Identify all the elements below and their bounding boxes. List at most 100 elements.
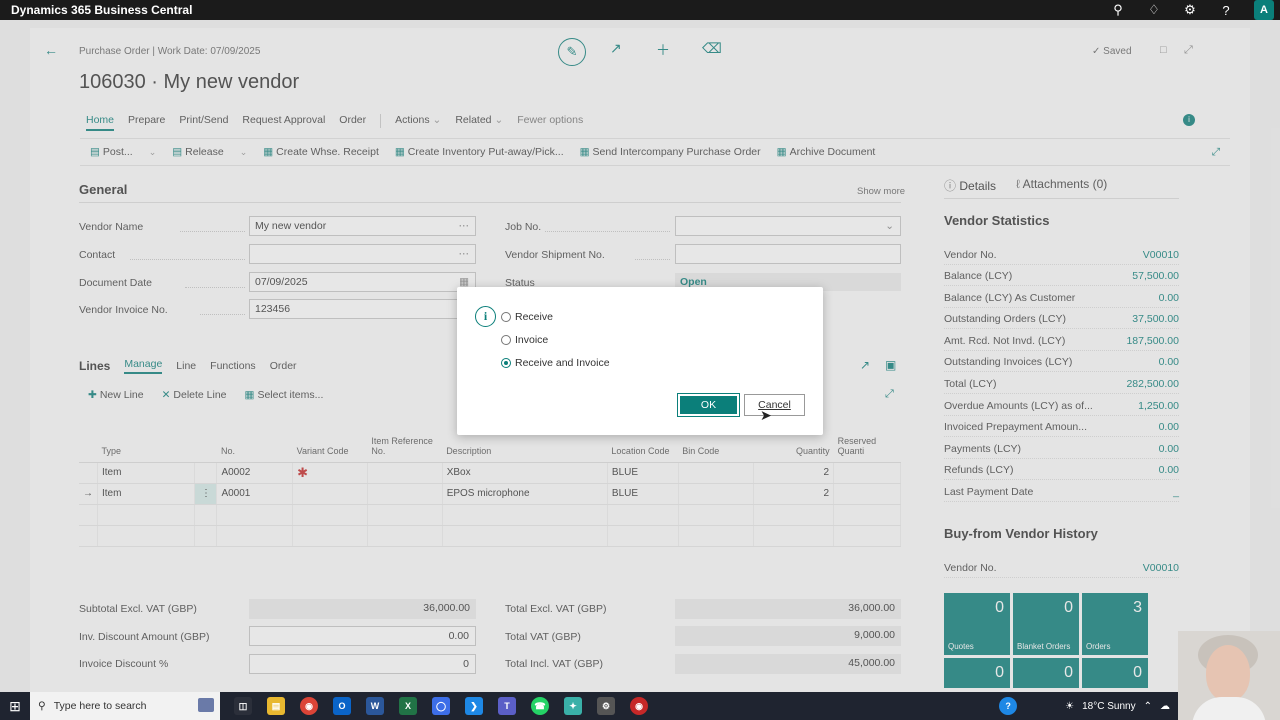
tab-order[interactable]: Order bbox=[270, 360, 297, 372]
outlook-icon[interactable]: O bbox=[333, 697, 351, 715]
vendor-invoice-no-field[interactable]: 123456 bbox=[249, 299, 476, 319]
delete-icon[interactable]: ⌫ bbox=[702, 40, 722, 57]
tab-details[interactable]: ⓘ Details bbox=[944, 177, 996, 194]
menu-prepare[interactable]: Prepare bbox=[128, 114, 165, 131]
chevron-down-icon[interactable]: ⌄ bbox=[149, 147, 157, 158]
reserved-quantity-cell[interactable] bbox=[833, 462, 901, 484]
empty-cell[interactable] bbox=[833, 525, 901, 547]
empty-cell[interactable] bbox=[442, 525, 608, 547]
statistics-value[interactable]: 57,500.00 bbox=[1132, 270, 1179, 282]
open-new-window-icon[interactable]: □ bbox=[1160, 44, 1167, 56]
menu-home[interactable]: Home bbox=[86, 114, 115, 131]
column-header-reserved-quantity[interactable]: Reserved Quanti bbox=[833, 432, 901, 463]
menu-request-approval[interactable]: Request Approval bbox=[242, 114, 325, 131]
recorder-icon[interactable]: ◉ bbox=[630, 697, 648, 715]
chrome-icon[interactable]: ◉ bbox=[300, 697, 318, 715]
menu-fewer-options[interactable]: Fewer options bbox=[517, 114, 583, 131]
collapse-icon[interactable]: ⤢ bbox=[1184, 44, 1193, 57]
help-app-icon[interactable]: ? bbox=[999, 697, 1018, 715]
bin-code-cell[interactable] bbox=[678, 462, 755, 484]
tab-attachments[interactable]: ℓ Attachments (0) bbox=[1016, 177, 1107, 194]
menu-order[interactable]: Order bbox=[339, 114, 366, 131]
variant-code-cell[interactable]: ✱ bbox=[292, 462, 368, 484]
quantity-cell[interactable]: 2 bbox=[753, 462, 835, 484]
taskbar-search[interactable]: ⚲ Type here to search bbox=[30, 692, 220, 720]
add-icon[interactable]: ＋ bbox=[656, 40, 670, 60]
history-vendor-value[interactable]: V00010 bbox=[1143, 562, 1179, 574]
share-icon[interactable]: ↗ bbox=[610, 40, 622, 57]
statistics-value[interactable]: 187,500.00 bbox=[1126, 335, 1179, 347]
contact-field[interactable]: ⋯ bbox=[249, 244, 476, 264]
job-no-field[interactable]: ⌄ bbox=[675, 216, 901, 236]
table-row[interactable] bbox=[79, 525, 901, 547]
empty-cell[interactable] bbox=[292, 525, 368, 547]
empty-cell[interactable] bbox=[753, 525, 835, 547]
excel-icon[interactable]: X bbox=[399, 697, 417, 715]
empty-cell[interactable] bbox=[753, 504, 835, 526]
cancel-button[interactable]: Cancel bbox=[744, 394, 805, 416]
weather-text[interactable]: 18°C Sunny bbox=[1082, 701, 1135, 712]
lookup-ellipsis-icon[interactable]: ⋯ bbox=[459, 220, 470, 232]
empty-cell[interactable] bbox=[678, 504, 755, 526]
column-header-variant-code[interactable]: Variant Code bbox=[292, 432, 368, 463]
avatar[interactable]: A bbox=[1254, 0, 1274, 20]
bin-code-cell[interactable] bbox=[678, 483, 755, 505]
column-header-item-reference-no[interactable]: Item Reference No. bbox=[367, 432, 443, 463]
description-cell[interactable]: XBox bbox=[442, 462, 608, 484]
location-code-cell[interactable]: BLUE bbox=[607, 483, 679, 505]
word-icon[interactable]: W bbox=[366, 697, 384, 715]
search-icon[interactable]: ⚲ bbox=[1110, 2, 1126, 18]
general-section-title[interactable]: General bbox=[79, 182, 127, 197]
create-whse-receipt-button[interactable]: ▦ Create Whse. Receipt bbox=[263, 146, 379, 158]
create-inventory-button[interactable]: ▦ Create Inventory Put-away/Pick... bbox=[395, 146, 564, 158]
empty-cell[interactable] bbox=[367, 525, 443, 547]
statistics-value[interactable]: 0.00 bbox=[1159, 464, 1179, 476]
security-icon[interactable]: ◯ bbox=[432, 697, 450, 715]
edit-pencil-icon[interactable]: ✎ bbox=[558, 38, 586, 66]
tab-line[interactable]: Line bbox=[176, 360, 196, 372]
statistics-value[interactable]: 0.00 bbox=[1159, 292, 1179, 304]
release-button[interactable]: ▤ Release bbox=[172, 146, 223, 158]
share-icon[interactable]: ↗ bbox=[860, 358, 870, 372]
vendor-shipment-no-field[interactable] bbox=[675, 244, 901, 264]
history-tile[interactable]: 0 bbox=[1013, 658, 1079, 688]
lines-title[interactable]: Lines bbox=[79, 359, 110, 373]
statistics-value[interactable]: _ bbox=[1173, 486, 1179, 498]
blanket-orders-tile[interactable]: 0 Blanket Orders bbox=[1013, 593, 1079, 655]
delete-line-button[interactable]: ✕ Delete Line bbox=[162, 389, 227, 401]
chevron-up-icon[interactable]: ⌃ bbox=[1144, 701, 1152, 712]
quantity-cell[interactable]: 2 bbox=[753, 483, 835, 505]
new-line-button[interactable]: ✚ New Line bbox=[88, 389, 144, 401]
radio-receive-and-invoice[interactable] bbox=[501, 358, 511, 368]
show-more-link[interactable]: Show more bbox=[857, 186, 905, 197]
column-header-no[interactable]: No. bbox=[216, 432, 293, 463]
no-cell[interactable]: A0001 bbox=[216, 483, 294, 505]
option-receive-and-invoice[interactable]: Receive and Invoice bbox=[501, 357, 610, 369]
variant-code-cell[interactable] bbox=[292, 483, 368, 505]
history-tile[interactable]: 0 bbox=[944, 658, 1010, 688]
tab-functions[interactable]: Functions bbox=[210, 360, 256, 372]
empty-cell[interactable] bbox=[97, 525, 196, 547]
radio-receive[interactable] bbox=[501, 312, 511, 322]
empty-cell[interactable] bbox=[442, 504, 608, 526]
table-row[interactable]: Item A0002 ✱ XBox BLUE 2 bbox=[79, 462, 901, 484]
windows-start-icon[interactable]: ⊞ bbox=[0, 698, 30, 715]
send-intercompany-button[interactable]: ▦ Send Intercompany Purchase Order bbox=[580, 146, 761, 158]
type-cell[interactable]: Item bbox=[97, 483, 196, 505]
statistics-value[interactable]: 282,500.00 bbox=[1126, 378, 1179, 390]
statistics-value[interactable]: 1,250.00 bbox=[1138, 400, 1179, 412]
archive-document-button[interactable]: ▦ Archive Document bbox=[777, 146, 876, 158]
row-menu-kebab-icon[interactable]: ⋮ bbox=[194, 483, 218, 505]
option-receive[interactable]: Receive bbox=[501, 311, 553, 323]
empty-cell[interactable] bbox=[367, 504, 443, 526]
statistics-value[interactable]: 37,500.00 bbox=[1132, 313, 1179, 325]
settings-app-icon[interactable]: ⚙ bbox=[597, 697, 615, 715]
app-brand[interactable]: Dynamics 365 Business Central bbox=[0, 3, 192, 17]
statistics-value[interactable]: 0.00 bbox=[1159, 443, 1179, 455]
location-code-cell[interactable]: BLUE bbox=[607, 462, 679, 484]
empty-cell[interactable] bbox=[292, 504, 368, 526]
menu-related[interactable]: Related ⌄ bbox=[455, 114, 503, 131]
empty-cell[interactable] bbox=[216, 525, 294, 547]
column-header-description[interactable]: Description bbox=[442, 432, 608, 463]
column-header-type[interactable]: Type bbox=[97, 432, 195, 463]
